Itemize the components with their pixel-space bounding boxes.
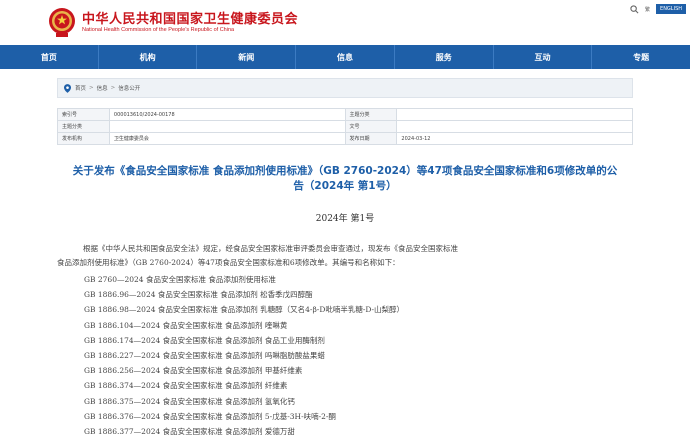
nav-item-label: 互动 bbox=[534, 52, 551, 62]
location-pin-icon bbox=[64, 83, 71, 93]
table-row: 发布机构 卫生健康委员会 发布日期 2024-03-12 bbox=[57, 132, 633, 145]
meta-key: 发布日期 bbox=[344, 132, 398, 145]
nav-item-topics[interactable]: 专题 bbox=[592, 45, 690, 69]
list-item: GB 1886.98—2024 食品安全国家标准 食品添加剂 乳糖醇（又名4-β… bbox=[84, 305, 405, 315]
list-item: GB 1886.256—2024 食品安全国家标准 食品添加剂 甲基纤维素 bbox=[84, 366, 303, 376]
meta-value bbox=[396, 120, 633, 133]
nav-item-label: 信息 bbox=[337, 52, 354, 62]
national-emblem-icon[interactable] bbox=[48, 6, 76, 38]
meta-key: 主题分类 bbox=[344, 108, 398, 121]
meta-key: 发布机构 bbox=[57, 132, 110, 145]
nav-item-label: 新闻 bbox=[238, 52, 255, 62]
list-item: GB 1886.376—2024 食品安全国家标准 食品添加剂 5-戊基-3H-… bbox=[84, 411, 336, 421]
site-header: 中华人民共和国国家卫生健康委员会 National Health Commiss… bbox=[0, 0, 690, 44]
article-issue-number: 2024年 第1号 bbox=[315, 214, 375, 224]
list-item: GB 1886.374—2024 食品安全国家标准 食品添加剂 纤维素 bbox=[84, 381, 288, 391]
nav-item-information[interactable]: 信息 bbox=[296, 45, 395, 69]
article-title-line: 告（2024年 第1号） bbox=[293, 180, 397, 192]
top-tools: 繁 ENGLISH bbox=[630, 4, 686, 14]
nav-item-home[interactable]: 首页 bbox=[0, 45, 99, 69]
list-item: GB 1886.174—2024 食品安全国家标准 食品添加剂 食品工业用酶制剂 bbox=[84, 335, 325, 345]
search-icon[interactable] bbox=[630, 4, 639, 14]
article-title: 关于发布《食品安全国家标准 食品添加剂使用标准》（GB 2760-2024）等4… bbox=[57, 164, 633, 194]
nav-item-label: 机构 bbox=[139, 52, 156, 62]
list-item: GB 1886.96—2024 食品安全国家标准 食品添加剂 松香季戊四醇酯 bbox=[84, 290, 313, 300]
meta-key: 主题分类 bbox=[57, 120, 110, 133]
list-item: GB 1886.377—2024 食品安全国家标准 食品添加剂 爱德万甜 bbox=[84, 426, 295, 436]
document-meta-table: 索引号 000013610/2024-00178 主题分类 主题分类 文号 发布… bbox=[57, 108, 633, 145]
list-item: GB 1886.227—2024 食品安全国家标准 食品添加剂 吗啉脂肪酸盐果蜡 bbox=[84, 350, 325, 360]
standards-list: GB 2760—2024 食品安全国家标准 食品添加剂使用标准 GB 1886.… bbox=[84, 272, 644, 439]
meta-value bbox=[396, 108, 633, 121]
intro-line: 食品添加剂使用标准》（GB 2760-2024）等47项食品安全国家标准和6项修… bbox=[57, 258, 400, 267]
breadcrumb-disclosure[interactable]: 信息公开 bbox=[118, 84, 140, 92]
breadcrumb-separator: > bbox=[110, 85, 116, 91]
list-item: GB 1886.375—2024 食品安全国家标准 食品添加剂 氢氧化钙 bbox=[84, 396, 295, 406]
breadcrumb-information[interactable]: 信息 bbox=[97, 84, 108, 92]
table-row: 索引号 000013610/2024-00178 主题分类 bbox=[57, 108, 633, 121]
article-title-line: 关于发布《食品安全国家标准 食品添加剂使用标准》（GB 2760-2024）等4… bbox=[72, 165, 618, 177]
breadcrumb: 首页 > 信息 > 信息公开 bbox=[57, 78, 633, 98]
main-nav: 首页 机构 新闻 信息 服务 互动 专题 bbox=[0, 45, 690, 69]
nav-item-label: 专题 bbox=[633, 52, 650, 62]
nav-item-label: 首页 bbox=[40, 52, 57, 62]
nav-item-interaction[interactable]: 互动 bbox=[494, 45, 593, 69]
site-title[interactable]: 中华人民共和国国家卫生健康委员会 bbox=[82, 8, 298, 27]
site-subtitle: National Health Commission of the People… bbox=[82, 27, 235, 33]
breadcrumb-separator: > bbox=[89, 85, 94, 91]
nav-item-institutions[interactable]: 机构 bbox=[99, 45, 198, 69]
english-button[interactable]: ENGLISH bbox=[656, 4, 686, 14]
meta-value bbox=[108, 120, 346, 133]
intro-line: 根据《中华人民共和国食品安全法》规定，经食品安全国家标准审评委员会审查通过，现发… bbox=[83, 244, 458, 253]
meta-value: 2024-03-12 bbox=[396, 132, 633, 145]
traditional-chinese-link[interactable]: 繁 bbox=[645, 6, 650, 13]
breadcrumb-home[interactable]: 首页 bbox=[75, 84, 86, 92]
meta-key: 文号 bbox=[344, 120, 398, 133]
table-row: 主题分类 文号 bbox=[57, 120, 633, 133]
meta-key: 索引号 bbox=[57, 108, 110, 121]
meta-value: 000013610/2024-00178 bbox=[108, 108, 346, 121]
nav-item-news[interactable]: 新闻 bbox=[197, 45, 297, 69]
list-item: GB 1886.104—2024 食品安全国家标准 食品添加剂 喹啉黄 bbox=[84, 320, 288, 330]
article-intro: 根据《中华人民共和国食品安全法》规定，经食品安全国家标准审评委员会审查通过，现发… bbox=[57, 242, 633, 270]
meta-value: 卫生健康委员会 bbox=[108, 132, 346, 145]
list-item: GB 2760—2024 食品安全国家标准 食品添加剂使用标准 bbox=[84, 275, 276, 284]
nav-item-services[interactable]: 服务 bbox=[395, 45, 494, 69]
nav-item-label: 服务 bbox=[435, 52, 452, 62]
